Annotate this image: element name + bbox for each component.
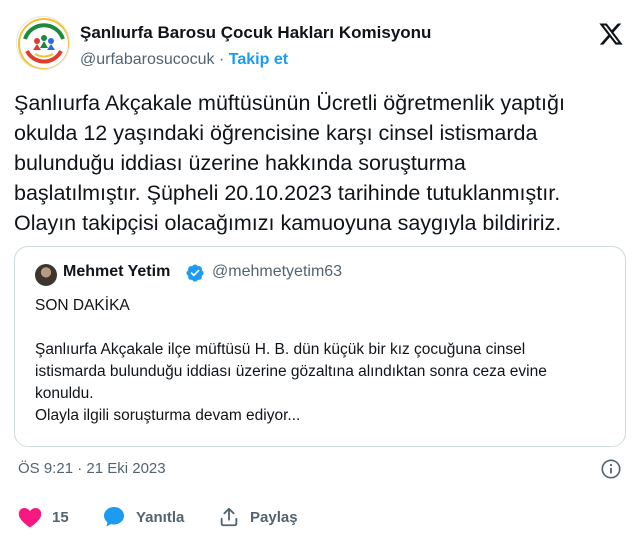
follow-button[interactable]: Takip et xyxy=(229,51,288,68)
tweet-text: Şanlıurfa Akçakale müftüsünün Ücretli öğ… xyxy=(14,88,626,238)
quoted-author-avatar[interactable] xyxy=(35,264,57,286)
quoted-text-line: istismarda bulunduğu iddiası üzerine göz… xyxy=(35,363,547,380)
author-avatar[interactable] xyxy=(16,16,70,70)
like-button[interactable]: 15 xyxy=(18,505,69,529)
quoted-text-line: Olayla ilgili soruşturma devam ediyor... xyxy=(35,407,301,424)
share-button[interactable]: Paylaş xyxy=(218,505,298,529)
verified-badge-icon xyxy=(186,264,204,282)
x-logo-icon[interactable] xyxy=(598,21,624,47)
bar-association-logo xyxy=(18,18,69,69)
quoted-author-name[interactable]: Mehmet Yetim xyxy=(63,263,170,281)
speech-bubble-icon xyxy=(104,507,124,527)
quoted-author-handle[interactable]: @mehmetyetim63 xyxy=(212,263,342,281)
quoted-text-line xyxy=(35,317,615,339)
quoted-text-line: Şanlıurfa Akçakale ilçe müftüsü H. B. dü… xyxy=(35,341,526,358)
info-icon[interactable] xyxy=(600,458,622,480)
like-count: 15 xyxy=(52,508,69,526)
quoted-text-line: SON DAKİKA xyxy=(35,297,130,314)
handle-separator: · xyxy=(218,51,225,68)
author-handle[interactable]: @urfabarosucocuk xyxy=(80,51,215,68)
tweet-header: Şanlıurfa Barosu Çocuk Hakları Komisyonu… xyxy=(12,12,628,72)
heart-icon xyxy=(18,508,42,528)
tweet-actions-bar: 15 Yanıtla Paylaş xyxy=(18,505,618,529)
tweet-timestamp[interactable]: ÖS 9:21 · 21 Eki 2023 xyxy=(18,460,166,477)
tweet-text-line: Şanlıurfa Akçakale müftüsünün Ücretli öğ… xyxy=(14,91,565,115)
tweet-text-line: Olayın takipçisi olacağımızı kamuoyuna s… xyxy=(14,211,562,235)
reply-button[interactable]: Yanıtla xyxy=(102,505,184,529)
share-label: Paylaş xyxy=(250,508,298,526)
tweet-text-line: bulunduğu iddiası üzerine hakkında soruş… xyxy=(14,151,466,175)
share-upload-icon xyxy=(220,507,238,527)
quoted-tweet-text: SON DAKİKA Şanlıurfa Akçakale ilçe müftü… xyxy=(35,295,615,427)
reply-label: Yanıtla xyxy=(136,508,185,526)
tweet-text-line: okulda 12 yaşındaki öğrencisine karşı ci… xyxy=(14,121,538,145)
author-handle-row: @urfabarosucocuk · Takip et xyxy=(80,51,288,69)
author-display-name[interactable]: Şanlıurfa Barosu Çocuk Hakları Komisyonu xyxy=(80,23,431,43)
quoted-tweet-card[interactable]: Mehmet Yetim @mehmetyetim63 SON DAKİKA Ş… xyxy=(14,246,626,447)
quoted-text-line: konuldu. xyxy=(35,385,94,402)
tweet-text-line: başlatılmıştır. Şüpheli 20.10.2023 tarih… xyxy=(14,181,561,205)
